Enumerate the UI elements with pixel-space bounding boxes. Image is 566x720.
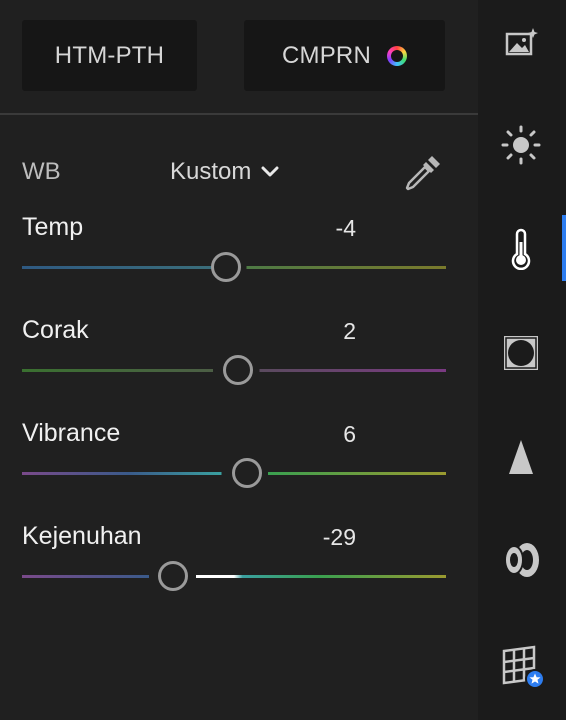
saturation-label: Kejenuhan <box>22 522 142 550</box>
color-wheel-icon <box>387 45 407 66</box>
temp-label: Temp <box>22 213 84 241</box>
edit-panel: HTM-PTH CMPRN WB Kustom Temp -4 Corak 2 … <box>0 0 478 720</box>
tint-value[interactable]: 2 <box>343 318 356 345</box>
tint-slider-thumb[interactable] <box>223 355 254 385</box>
vignette-icon[interactable] <box>500 332 542 374</box>
eyedropper-icon[interactable] <box>402 152 444 194</box>
vibrance-slider-thumb[interactable] <box>231 458 262 488</box>
temp-value[interactable]: -4 <box>336 215 356 242</box>
image-sparkle-icon[interactable] <box>500 22 542 64</box>
divider <box>0 113 478 115</box>
temp-slider-thumb[interactable] <box>210 252 241 282</box>
grid-star-icon[interactable] <box>498 643 546 691</box>
thermometer-icon[interactable] <box>500 228 542 270</box>
saturation-slider-thumb[interactable] <box>157 561 188 591</box>
active-tool-indicator <box>562 215 566 281</box>
htm-pth-label: HTM-PTH <box>54 41 165 69</box>
lens-icon[interactable] <box>500 539 542 581</box>
tint-label: Corak <box>22 316 89 344</box>
cmprn-button[interactable]: CMPRN <box>244 20 445 91</box>
wb-dropdown[interactable]: Kustom <box>170 158 279 186</box>
chevron-down-icon <box>261 166 279 177</box>
cmprn-label: CMPRN <box>282 41 371 69</box>
saturation-value[interactable]: -29 <box>323 524 356 551</box>
wb-label: WB <box>22 158 61 185</box>
triangle-icon[interactable] <box>500 436 542 478</box>
htm-pth-button[interactable]: HTM-PTH <box>22 20 197 91</box>
wb-selected: Kustom <box>170 158 252 185</box>
sun-icon[interactable] <box>500 124 542 166</box>
saturation-slider-track[interactable] <box>22 575 446 578</box>
vibrance-value[interactable]: 6 <box>343 421 356 448</box>
vibrance-label: Vibrance <box>22 419 121 447</box>
